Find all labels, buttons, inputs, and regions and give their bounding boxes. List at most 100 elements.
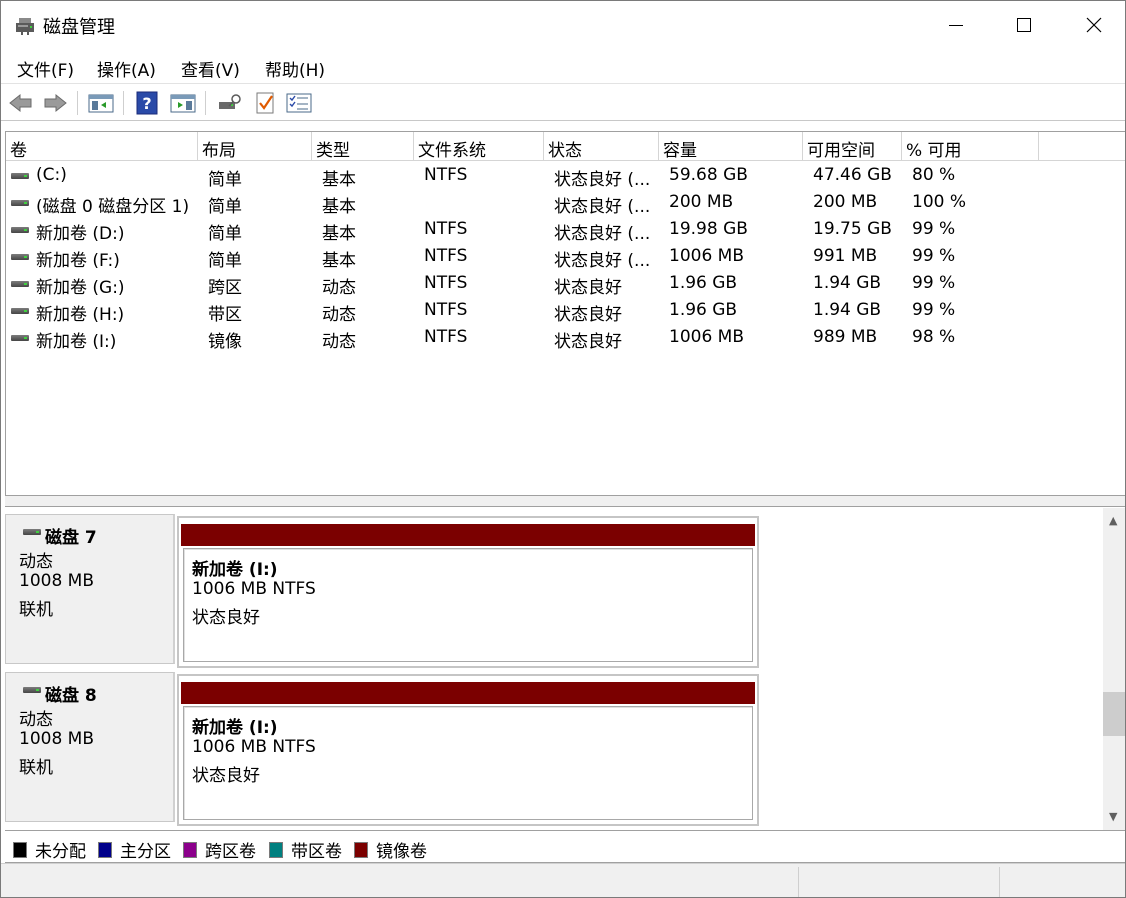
cell-free-space: 991 MB bbox=[813, 246, 878, 266]
cell-status: 状态良好 bbox=[554, 305, 622, 325]
back-icon bbox=[9, 93, 32, 113]
column-header-capacity[interactable]: 容量 bbox=[659, 132, 803, 161]
cell-volume: 新加卷 (H:) bbox=[36, 305, 125, 325]
menu-action[interactable]: 操作(A) bbox=[97, 56, 156, 81]
cell-type: 动态 bbox=[322, 305, 356, 325]
table-row[interactable]: 新加卷 (H:) 带区 动态 NTFS 状态良好 1.96 GB 1.94 GB… bbox=[6, 297, 1125, 325]
close-button[interactable] bbox=[1059, 1, 1125, 49]
disk-state: 联机 bbox=[19, 600, 53, 620]
table-row[interactable]: (C:) 简单 基本 NTFS 状态良好 (... 59.68 GB 47.46… bbox=[6, 162, 1125, 190]
legend-swatch bbox=[98, 841, 112, 858]
partition-details[interactable]: 新加卷 (I:) 1006 MB NTFS 状态良好 bbox=[183, 548, 753, 662]
list-view-icon bbox=[286, 93, 312, 113]
disk-info-panel[interactable]: 磁盘 7 动态 1008 MB 联机 bbox=[5, 514, 175, 664]
column-header-layout[interactable]: 布局 bbox=[198, 132, 312, 161]
cell-layout: 简单 bbox=[208, 197, 242, 217]
forward-button[interactable] bbox=[41, 89, 69, 117]
cell-free-space: 47.46 GB bbox=[813, 165, 892, 185]
scroll-thumb[interactable] bbox=[1103, 692, 1125, 736]
volume-disk-icon bbox=[11, 281, 29, 287]
cell-status: 状态良好 (... bbox=[554, 224, 651, 244]
cell-filesystem: NTFS bbox=[424, 327, 468, 347]
volume-disk-icon bbox=[11, 335, 29, 341]
disk-info-panel[interactable]: 磁盘 8 动态 1008 MB 联机 bbox=[5, 672, 175, 822]
disk-row: 磁盘 7 动态 1008 MB 联机 新加卷 (I:) 1006 MB NTFS… bbox=[5, 508, 1103, 668]
disk-management-app-icon bbox=[16, 18, 34, 35]
cell-capacity: 1006 MB bbox=[669, 246, 744, 266]
minimize-button[interactable] bbox=[921, 1, 991, 49]
legend-unallocated: 未分配 bbox=[13, 837, 86, 862]
cell-layout: 镜像 bbox=[208, 332, 242, 352]
cell-type: 动态 bbox=[322, 332, 356, 352]
cell-percent-free: 99 % bbox=[912, 273, 956, 293]
cell-percent-free: 100 % bbox=[912, 192, 967, 212]
legend-swatch bbox=[269, 841, 283, 858]
disk-icon bbox=[23, 687, 41, 693]
menu-file[interactable]: 文件(F) bbox=[17, 56, 74, 81]
legend-label: 跨区卷 bbox=[205, 842, 256, 862]
show-hide-console-tree-button[interactable] bbox=[87, 89, 115, 117]
toolbar-separator bbox=[77, 91, 78, 115]
disk-management-window: 磁盘管理 文件(F) 操作(A) 查看(V) 帮助(H) ? 卷 布局 类型 文… bbox=[0, 0, 1126, 898]
cell-layout: 简单 bbox=[208, 170, 242, 190]
menu-help[interactable]: 帮助(H) bbox=[265, 56, 325, 81]
check-doc-button[interactable] bbox=[251, 89, 279, 117]
maximize-button[interactable] bbox=[989, 1, 1059, 49]
cell-type: 基本 bbox=[322, 170, 356, 190]
show-hide-action-pane-button[interactable] bbox=[169, 89, 197, 117]
disk-kind: 动态 bbox=[19, 552, 53, 572]
column-header-free-space[interactable]: 可用空间 bbox=[803, 132, 902, 161]
cell-free-space: 1.94 GB bbox=[813, 300, 882, 320]
table-row[interactable]: 新加卷 (G:) 跨区 动态 NTFS 状态良好 1.96 GB 1.94 GB… bbox=[6, 270, 1125, 298]
column-header-percent-free[interactable]: % 可用 bbox=[902, 132, 1039, 161]
cell-status: 状态良好 (... bbox=[554, 170, 651, 190]
help-button[interactable]: ? bbox=[133, 89, 161, 117]
cell-volume: (C:) bbox=[36, 165, 67, 185]
disk-row: 磁盘 8 动态 1008 MB 联机 新加卷 (I:) 1006 MB NTFS… bbox=[5, 666, 1103, 826]
cell-percent-free: 98 % bbox=[912, 327, 956, 347]
properties-pane-icon bbox=[170, 94, 196, 113]
cell-percent-free: 99 % bbox=[912, 246, 956, 266]
cell-volume: 新加卷 (I:) bbox=[36, 332, 117, 352]
legend-striped-volume: 带区卷 bbox=[269, 837, 342, 862]
pane-splitter[interactable] bbox=[5, 495, 1125, 507]
cell-free-space: 19.75 GB bbox=[813, 219, 892, 239]
checkmark-doc-icon bbox=[256, 92, 274, 114]
partition-name: 新加卷 (I:) bbox=[192, 560, 278, 580]
column-header-status[interactable]: 状态 bbox=[544, 132, 659, 161]
disk-name-label: 磁盘 7 bbox=[45, 528, 97, 548]
column-header-filesystem[interactable]: 文件系统 bbox=[414, 132, 544, 161]
volume-disk-icon bbox=[11, 308, 29, 314]
connect-drive-button[interactable] bbox=[215, 89, 243, 117]
help-icon: ? bbox=[136, 91, 158, 115]
column-header-filler bbox=[1039, 132, 1125, 161]
table-row[interactable]: 新加卷 (I:) 镜像 动态 NTFS 状态良好 1006 MB 989 MB … bbox=[6, 324, 1125, 352]
list-view-button[interactable] bbox=[285, 89, 313, 117]
column-header-type[interactable]: 类型 bbox=[312, 132, 414, 161]
legend-label: 未分配 bbox=[35, 842, 86, 862]
scroll-down-icon[interactable]: ▼ bbox=[1109, 810, 1117, 823]
table-row[interactable]: 新加卷 (F:) 简单 基本 NTFS 状态良好 (... 1006 MB 99… bbox=[6, 243, 1125, 271]
cell-status: 状态良好 bbox=[554, 278, 622, 298]
partition-block[interactable]: 新加卷 (I:) 1006 MB NTFS 状态良好 bbox=[177, 516, 759, 668]
legend-swatch bbox=[183, 841, 197, 858]
disk-name-label: 磁盘 8 bbox=[45, 686, 97, 706]
legend-spanned-volume: 跨区卷 bbox=[183, 837, 256, 862]
partition-block[interactable]: 新加卷 (I:) 1006 MB NTFS 状态良好 bbox=[177, 674, 759, 826]
disk-state: 联机 bbox=[19, 758, 53, 778]
back-button[interactable] bbox=[7, 89, 35, 117]
column-header-volume[interactable]: 卷 bbox=[6, 132, 198, 161]
vertical-scrollbar[interactable]: ▲ ▼ bbox=[1103, 508, 1125, 830]
disk-size: 1008 MB bbox=[19, 571, 94, 591]
table-row[interactable]: (磁盘 0 磁盘分区 1) 简单 基本 状态良好 (... 200 MB 200… bbox=[6, 189, 1125, 217]
legend-bar: 未分配 主分区 跨区卷 带区卷 镜像卷 bbox=[5, 830, 1125, 863]
partition-details[interactable]: 新加卷 (I:) 1006 MB NTFS 状态良好 bbox=[183, 706, 753, 820]
partition-status: 状态良好 bbox=[192, 766, 260, 786]
table-row[interactable]: 新加卷 (D:) 简单 基本 NTFS 状态良好 (... 19.98 GB 1… bbox=[6, 216, 1125, 244]
scroll-up-icon[interactable]: ▲ bbox=[1109, 514, 1117, 527]
menu-view[interactable]: 查看(V) bbox=[181, 56, 240, 81]
cell-free-space: 200 MB bbox=[813, 192, 878, 212]
cell-layout: 跨区 bbox=[208, 278, 242, 298]
cell-free-space: 989 MB bbox=[813, 327, 878, 347]
cell-capacity: 59.68 GB bbox=[669, 165, 748, 185]
